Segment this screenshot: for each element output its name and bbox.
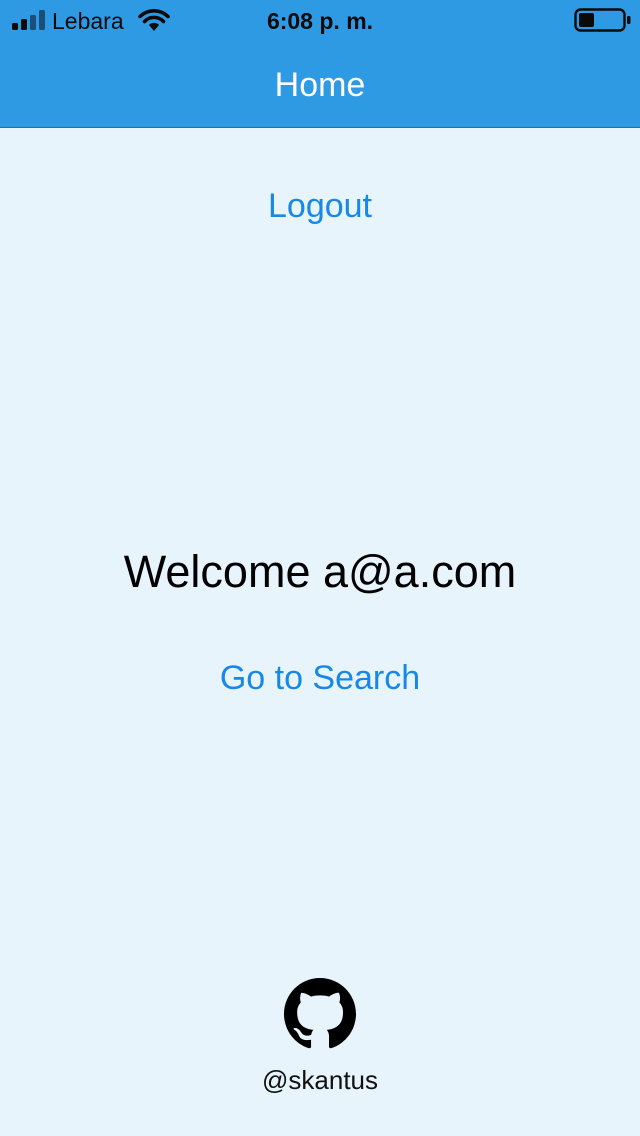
status-time: 6:08 p. m.	[266, 8, 374, 34]
battery-icon	[574, 8, 631, 32]
github-icon[interactable]	[284, 978, 356, 1050]
page-title: Home	[274, 66, 366, 104]
logout-button[interactable]: Logout	[0, 184, 640, 228]
go-to-search-button[interactable]: Go to Search	[0, 656, 640, 700]
github-handle[interactable]: @skantus	[0, 1064, 640, 1096]
welcome-message: Welcome a@a.com	[123, 546, 517, 597]
status-bar: Lebara 6:08 p. m.	[0, 0, 640, 40]
top-bar: Lebara 6:08 p. m. Home	[0, 0, 640, 128]
